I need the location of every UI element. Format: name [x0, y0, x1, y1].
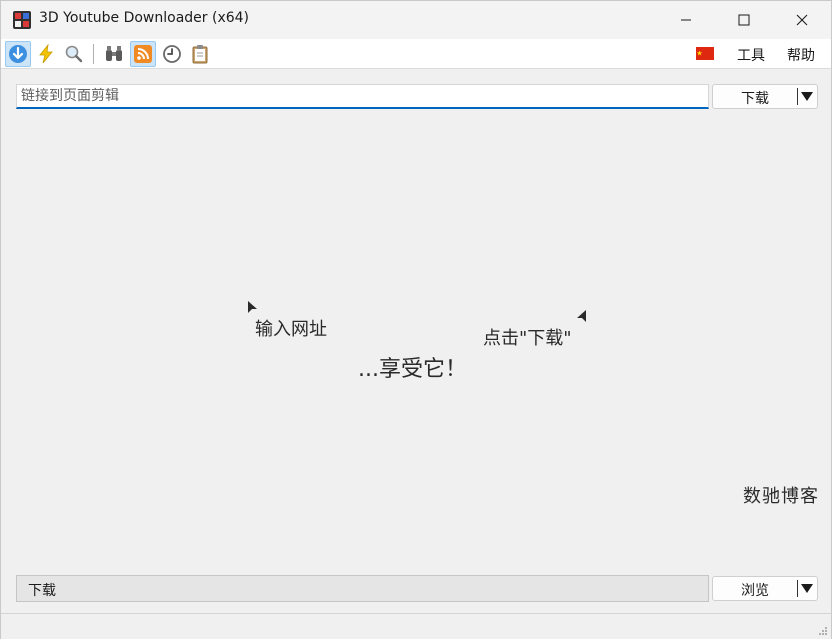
toolbar-history-button[interactable] — [159, 41, 185, 67]
toolbar: 工具 帮助 — [1, 39, 831, 69]
close-button[interactable] — [773, 1, 831, 39]
download-arrow-icon — [9, 45, 27, 63]
toolbar-clipboard-button[interactable] — [187, 41, 213, 67]
clipboard-icon — [192, 45, 208, 64]
app-window: 3D Youtube Downloader (x64) 工具 帮助 链接到页面剪… — [0, 0, 832, 639]
dropdown-arrow-icon[interactable] — [801, 92, 813, 102]
dropdown-arrow-icon[interactable] — [801, 584, 813, 594]
browse-button[interactable]: 浏览 — [712, 576, 818, 601]
toolbar-download-button[interactable] — [5, 41, 31, 67]
hint-enter-url: 输入网址 — [255, 319, 327, 340]
magnifier-icon — [65, 45, 83, 63]
toolbar-separator — [93, 44, 94, 64]
hint-enjoy: ...享受它！ — [358, 357, 467, 382]
toolbar-rss-button[interactable] — [130, 41, 156, 67]
status-bar — [1, 613, 831, 639]
resize-grip-icon[interactable] — [818, 626, 828, 636]
pointer-arrow-icon — [577, 310, 586, 322]
url-input[interactable] — [16, 84, 709, 109]
pointer-arrow-icon — [248, 301, 257, 313]
binoculars-icon — [106, 46, 122, 61]
lightning-icon — [39, 44, 53, 64]
toolbar-quick-button[interactable] — [33, 41, 59, 67]
download-button[interactable]: 下载 — [712, 84, 818, 109]
china-flag-icon[interactable] — [696, 47, 714, 60]
title-bar[interactable]: 3D Youtube Downloader (x64) — [1, 1, 831, 39]
download-button-label: 下载 — [741, 91, 769, 107]
minimize-button[interactable] — [657, 1, 715, 39]
minimize-icon — [681, 19, 691, 21]
maximize-button[interactable] — [715, 1, 773, 39]
output-path-field[interactable]: 下载 — [16, 575, 709, 602]
close-icon — [796, 14, 808, 26]
flag-star-icon — [696, 50, 703, 56]
maximize-icon — [738, 14, 750, 26]
split-divider — [797, 88, 798, 105]
toolbar-search-button[interactable] — [61, 41, 87, 67]
clock-icon — [163, 45, 181, 63]
menu-tools[interactable]: 工具 — [737, 45, 765, 65]
split-divider — [797, 580, 798, 597]
window-title: 3D Youtube Downloader (x64) — [39, 10, 250, 26]
menu-help[interactable]: 帮助 — [787, 45, 815, 65]
browse-button-label: 浏览 — [741, 583, 769, 599]
hint-click-download: 点击"下载" — [483, 328, 572, 349]
toolbar-binoculars-button[interactable] — [101, 41, 127, 67]
app-logo-icon — [13, 11, 31, 29]
rss-feed-icon — [134, 45, 152, 63]
watermark: 数驰博客 — [743, 486, 819, 507]
